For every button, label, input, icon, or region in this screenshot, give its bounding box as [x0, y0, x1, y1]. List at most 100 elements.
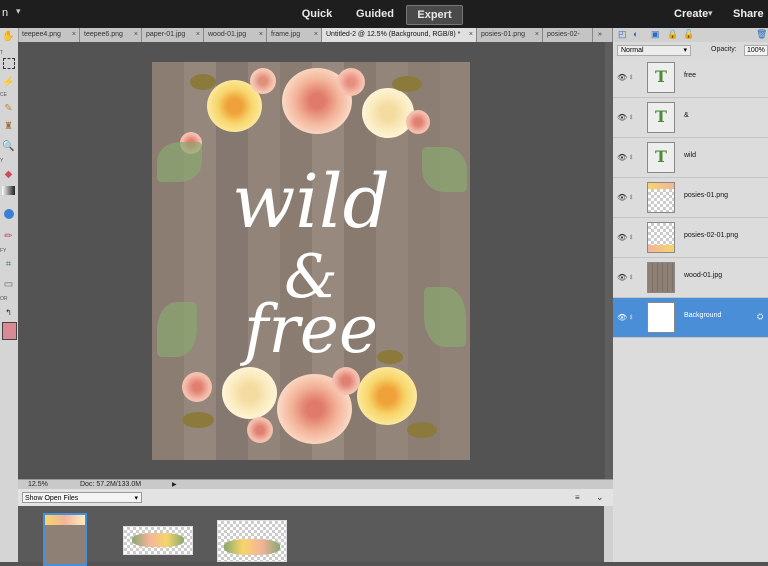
- show-open-files-dropdown[interactable]: Show Open Files ▾: [22, 492, 142, 503]
- layers-panel: 👁 ⦂ T free 👁 ⦂ T & 👁 ⦂ T wild 👁 ⦂ posies…: [613, 58, 768, 562]
- crop-icon[interactable]: ⌗: [2, 258, 15, 271]
- document-canvas[interactable]: wild & free: [152, 62, 470, 460]
- foreground-color-swatch[interactable]: [2, 322, 17, 340]
- hand-icon[interactable]: ✋: [2, 30, 15, 43]
- chevron-down-icon[interactable]: ▾: [16, 6, 21, 17]
- olive-leaf: [392, 76, 422, 92]
- straighten-icon[interactable]: ▭: [2, 278, 15, 291]
- chevron-down-icon[interactable]: ⌄: [596, 492, 604, 503]
- lock-icon[interactable]: ⛭: [757, 312, 763, 322]
- layer-posies-01[interactable]: 👁 ⦂ posies-01.png: [613, 178, 768, 218]
- free-text[interactable]: free: [152, 292, 470, 368]
- eye-icon[interactable]: 👁: [617, 73, 627, 82]
- tab-paper-01[interactable]: paper-01.jpg ×: [142, 28, 204, 42]
- close-icon[interactable]: ×: [196, 28, 200, 41]
- link-icon[interactable]: ⦂: [630, 312, 632, 322]
- olive-leaf: [407, 422, 437, 438]
- tab-untitled-2[interactable]: Untitled-2 @ 12.5% (Background, RGB/8) *…: [322, 28, 477, 42]
- close-icon[interactable]: ×: [469, 28, 473, 41]
- eye-icon[interactable]: 👁: [617, 233, 627, 242]
- link-icon[interactable]: ⦂: [630, 72, 632, 82]
- eraser-icon[interactable]: ◆: [2, 168, 15, 181]
- close-icon[interactable]: ×: [314, 28, 318, 41]
- blend-mode-select[interactable]: Normal ▾: [617, 45, 691, 56]
- close-icon[interactable]: ×: [134, 28, 138, 41]
- link-icon[interactable]: ⦂: [630, 152, 632, 162]
- flower-strip: [45, 515, 85, 525]
- vertical-scrollbar[interactable]: [605, 42, 613, 479]
- gradient-icon[interactable]: [2, 186, 15, 195]
- mode-expert-button[interactable]: Expert: [406, 5, 463, 25]
- eye-icon[interactable]: 👁: [617, 153, 627, 162]
- layer-ampersand[interactable]: 👁 ⦂ T &: [613, 98, 768, 138]
- text-layer-icon: T: [647, 62, 675, 93]
- link-icon[interactable]: ⦂: [630, 232, 632, 242]
- text-layer-icon: T: [647, 142, 675, 173]
- tabs-overflow-button[interactable]: »: [593, 28, 613, 42]
- lock-icon[interactable]: 🔒: [667, 29, 678, 40]
- chevron-down-icon: ▾: [134, 495, 138, 502]
- layer-wood-01[interactable]: 👁 ⦂ wood-01.jpg: [613, 258, 768, 298]
- flower-strip: [224, 539, 280, 555]
- lock-all-icon[interactable]: 🔓: [683, 29, 694, 40]
- chevron-down-icon[interactable]: ▾: [708, 8, 713, 19]
- olive-leaf: [182, 412, 214, 428]
- pink-bloom: [250, 68, 276, 94]
- close-icon[interactable]: ×: [72, 28, 76, 41]
- marquee-icon[interactable]: [3, 58, 15, 69]
- swap-colors-icon[interactable]: ↰: [2, 306, 15, 319]
- mask-icon[interactable]: ▣: [651, 29, 660, 40]
- link-icon[interactable]: ⦂: [630, 272, 632, 282]
- bin-thumbnail-posies-01[interactable]: [123, 526, 193, 555]
- tab-teepee4[interactable]: teepee4.png ×: [18, 28, 80, 42]
- new-layer-icon[interactable]: ◰: [618, 29, 627, 40]
- pink-bloom: [182, 372, 212, 402]
- yellow-rose: [357, 367, 417, 425]
- mode-guided-button[interactable]: Guided: [350, 5, 400, 23]
- flower-strip: [132, 533, 184, 547]
- tab-posies-01[interactable]: posies-01.png ×: [477, 28, 543, 42]
- leaf-spray: [424, 287, 466, 347]
- photo-bin-header: Show Open Files ▾ ≡ ⌄: [18, 489, 613, 507]
- share-button[interactable]: Share: [733, 8, 764, 20]
- shape-icon[interactable]: [2, 208, 15, 221]
- layer-background[interactable]: 👁 ⦂ Background ⛭: [613, 298, 768, 338]
- layer-thumbnail: [647, 182, 675, 213]
- eye-icon[interactable]: 👁: [617, 113, 627, 122]
- mode-quick-button[interactable]: Quick: [292, 5, 342, 23]
- brush-icon[interactable]: ✎: [2, 102, 15, 115]
- create-button[interactable]: Create: [674, 8, 708, 20]
- tab-frame[interactable]: frame.jpg ×: [267, 28, 322, 42]
- stamp-icon[interactable]: ♜: [2, 120, 15, 133]
- tab-teepee6[interactable]: teepee6.png ×: [80, 28, 142, 42]
- bin-scrollbar[interactable]: [604, 506, 613, 562]
- close-icon[interactable]: ×: [259, 28, 263, 41]
- cream-rose: [222, 367, 277, 419]
- tab-posies-02[interactable]: posies-02-: [543, 28, 593, 42]
- layer-thumbnail: [647, 222, 675, 253]
- bin-menu-icon[interactable]: ≡: [575, 493, 580, 502]
- close-icon[interactable]: ×: [535, 28, 539, 41]
- trash-icon[interactable]: 🗑: [756, 29, 767, 40]
- link-icon[interactable]: ⦂: [630, 192, 632, 202]
- eye-icon[interactable]: 👁: [617, 193, 627, 202]
- layer-wild[interactable]: 👁 ⦂ T wild: [613, 138, 768, 178]
- fill-layer-icon[interactable]: ◐: [633, 29, 638, 39]
- pencil-icon[interactable]: ✏: [2, 230, 15, 243]
- opacity-label: Opacity:: [711, 46, 737, 53]
- bin-thumbnail-posies-02[interactable]: [217, 520, 287, 562]
- layer-free[interactable]: 👁 ⦂ T free: [613, 58, 768, 98]
- menu-partial[interactable]: n: [2, 7, 8, 19]
- blend-row: Normal ▾ Opacity: 100%: [613, 42, 768, 59]
- zoom-icon[interactable]: 🔍: [2, 140, 15, 153]
- layer-posies-02-01[interactable]: 👁 ⦂ posies-02-01.png: [613, 218, 768, 258]
- wild-text[interactable]: wild: [152, 162, 470, 242]
- opacity-input[interactable]: 100%: [744, 45, 768, 56]
- eye-icon[interactable]: 👁: [617, 273, 627, 282]
- magic-wand-icon[interactable]: ⚡: [2, 76, 15, 89]
- link-icon[interactable]: ⦂: [630, 112, 632, 122]
- bin-thumbnail-untitled-2[interactable]: [43, 513, 87, 566]
- eye-icon[interactable]: 👁: [617, 313, 627, 322]
- tab-wood-01[interactable]: wood-01.jpg ×: [204, 28, 267, 42]
- mode-bar: n ▾ Quick Guided Expert Create ▾ Share: [0, 0, 768, 28]
